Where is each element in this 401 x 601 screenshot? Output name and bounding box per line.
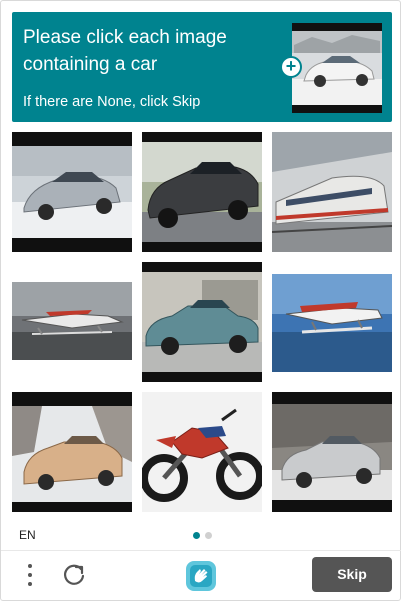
grid-tile-3[interactable] (272, 132, 392, 252)
grid-tile-9[interactable] (272, 392, 392, 512)
page-dot-active (193, 532, 200, 539)
grid-tile-1[interactable] (12, 132, 132, 252)
refresh-icon[interactable] (59, 560, 89, 590)
image-grid (12, 132, 392, 512)
grid-tile-4[interactable] (12, 262, 132, 382)
language-selector[interactable]: EN (19, 528, 36, 542)
footer-divider (1, 550, 401, 551)
page-dot-inactive (205, 532, 212, 539)
plus-icon: + (280, 56, 302, 78)
grid-tile-6[interactable] (272, 262, 392, 382)
grid-tile-7[interactable] (12, 392, 132, 512)
prompt-subtitle: If there are None, click Skip (23, 94, 201, 110)
skip-button[interactable]: Skip (312, 557, 392, 592)
prompt-banner: Please click each image containing a car… (12, 12, 392, 122)
grid-tile-8[interactable] (142, 392, 262, 512)
grid-tile-2[interactable] (142, 132, 262, 252)
hcaptcha-hand-logo (184, 559, 218, 593)
more-vertical-icon[interactable] (20, 562, 40, 588)
example-image (292, 23, 382, 113)
captcha-challenge-frame: Please click each image containing a car… (0, 0, 401, 601)
prompt-title: Please click each image containing a car (23, 27, 227, 75)
grid-tile-5[interactable] (142, 262, 262, 382)
